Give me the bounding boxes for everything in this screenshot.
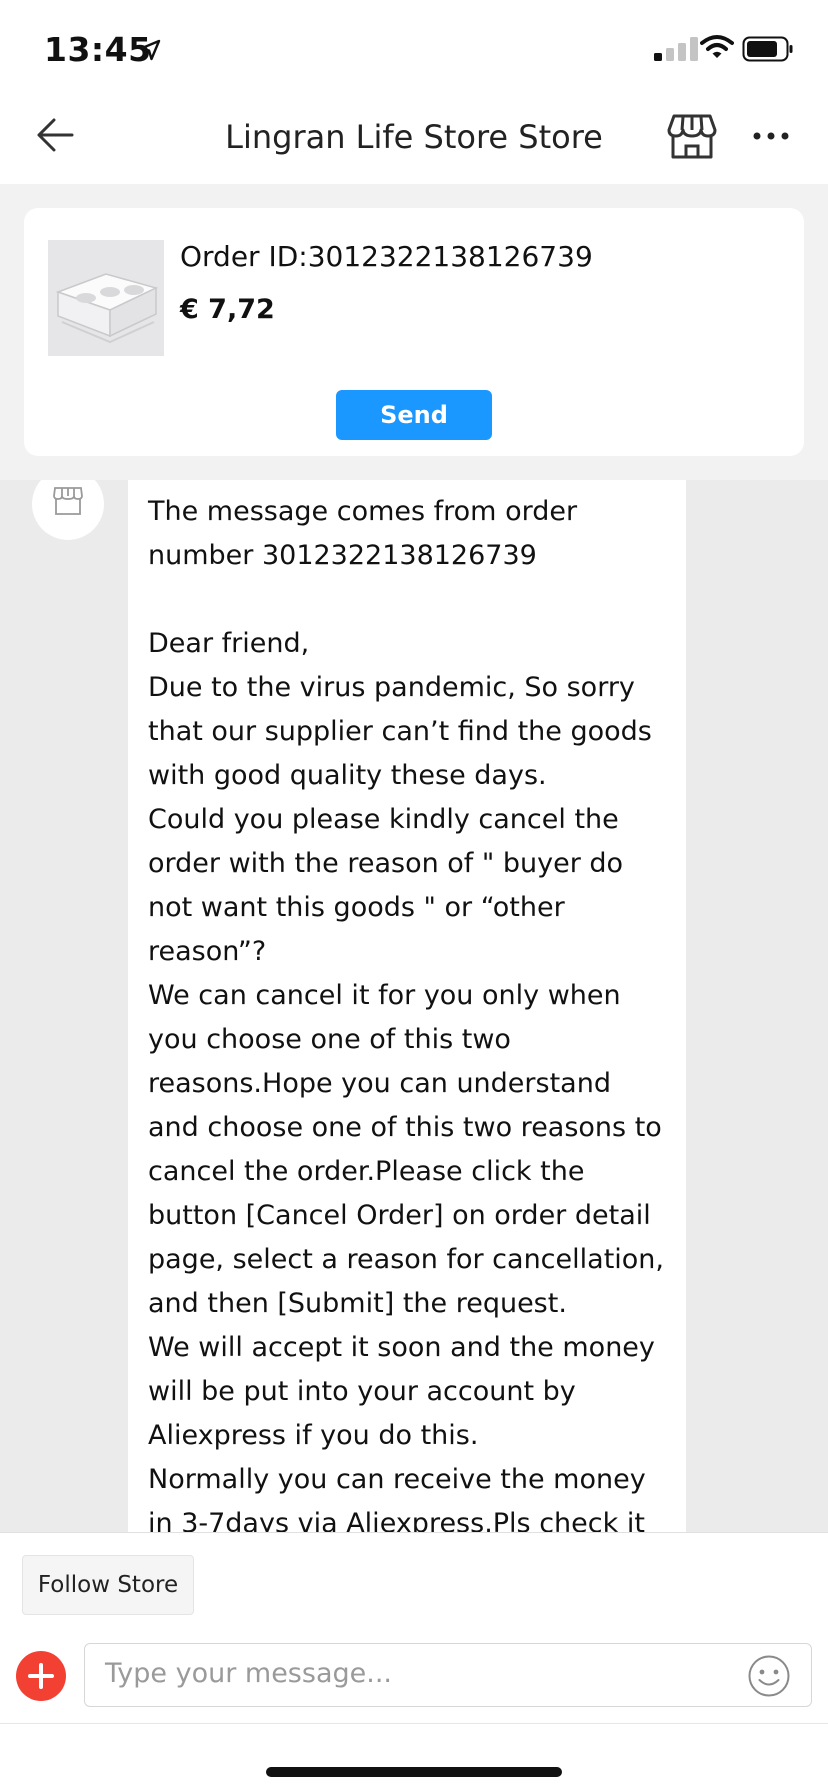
message-input[interactable]: Type your message...	[84, 1643, 812, 1707]
cell-signal-icon	[654, 37, 698, 61]
bottom-bar: Follow Store Type your message...	[0, 1532, 828, 1792]
chat-area[interactable]: The message comes from order number 3012…	[0, 480, 828, 1532]
battery-icon	[742, 36, 793, 62]
message-bubble: The message comes from order number 3012…	[128, 480, 686, 1532]
location-arrow-icon	[139, 39, 161, 61]
wifi-icon	[700, 35, 734, 58]
status-time: 13:45	[44, 30, 152, 69]
emoji-icon[interactable]	[747, 1654, 791, 1698]
follow-store-button[interactable]: Follow Store	[22, 1555, 194, 1615]
order-card: Order ID:3012322138126739 € 7,72 Send	[24, 208, 804, 456]
plus-icon[interactable]	[16, 1651, 66, 1701]
home-indicator[interactable]	[266, 1767, 562, 1777]
order-price: € 7,72	[180, 294, 275, 325]
message-text: The message comes from order number 3012…	[148, 496, 664, 1532]
message-input-placeholder: Type your message...	[105, 1658, 392, 1689]
back-arrow-icon[interactable]	[34, 114, 76, 156]
order-section: Order ID:3012322138126739 € 7,72 Send	[0, 184, 828, 480]
divider	[0, 1723, 828, 1724]
order-id: Order ID:3012322138126739	[180, 240, 593, 273]
store-avatar[interactable]	[32, 480, 104, 540]
store-title: Lingran Life Store Store	[225, 118, 603, 156]
status-bar: 13:45	[0, 0, 828, 92]
store-icon	[53, 487, 83, 515]
product-thumbnail[interactable]	[48, 240, 164, 356]
send-button[interactable]: Send	[336, 390, 492, 440]
more-icon[interactable]	[752, 130, 790, 142]
nav-bar: Lingran Life Store Store	[0, 92, 828, 184]
store-icon[interactable]	[666, 112, 718, 160]
